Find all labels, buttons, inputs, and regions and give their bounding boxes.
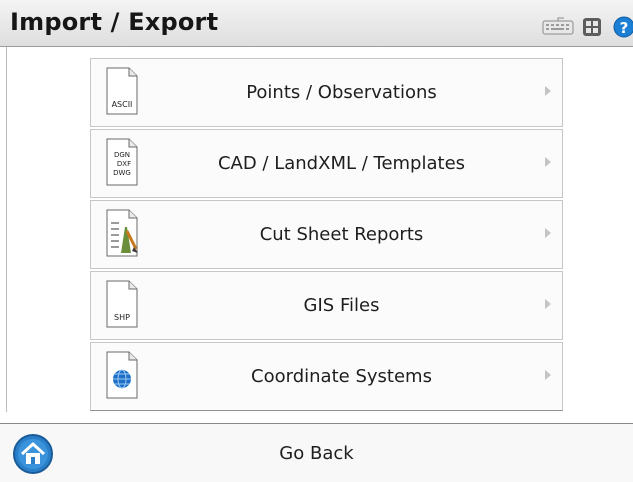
svg-text:DGN: DGN — [114, 151, 130, 159]
applications-icon[interactable] — [582, 17, 602, 37]
menu-item-label: GIS Files — [303, 295, 380, 316]
menu-item-points-observations[interactable]: ASCII Points / Observations — [90, 58, 563, 127]
go-back-button[interactable]: Go Back — [0, 424, 633, 482]
menu-item-label: CAD / LandXML / Templates — [217, 153, 466, 174]
title-bar: Import / Export ? — [0, 0, 633, 47]
chevron-right-icon — [545, 157, 551, 167]
menu-item-coordinate-systems[interactable]: Coordinate Systems — [90, 342, 563, 411]
menu-item-gis-files[interactable]: SHP GIS Files — [90, 271, 563, 340]
report-file-icon — [106, 209, 138, 257]
left-divider — [6, 47, 7, 412]
globe-file-icon — [106, 351, 138, 399]
chevron-right-icon — [545, 299, 551, 309]
chevron-right-icon — [545, 370, 551, 380]
ascii-file-icon: ASCII — [106, 67, 138, 115]
menu-item-label: Cut Sheet Reports — [259, 224, 424, 245]
svg-text:SHP: SHP — [114, 313, 130, 322]
chevron-right-icon — [545, 228, 551, 238]
cad-file-icon: DGN DXF DWG — [106, 138, 138, 186]
menu-item-label: Points / Observations — [246, 82, 437, 103]
chevron-right-icon — [545, 86, 551, 96]
menu-item-label: Coordinate Systems — [251, 366, 432, 387]
menu-item-cad-landxml-templates[interactable]: DGN DXF DWG CAD / LandXML / Templates — [90, 129, 563, 198]
svg-text:ASCII: ASCII — [112, 100, 133, 109]
menu-item-cut-sheet-reports[interactable]: Cut Sheet Reports — [90, 200, 563, 269]
help-icon[interactable]: ? — [612, 16, 633, 38]
svg-text:DXF: DXF — [117, 160, 131, 168]
keyboard-icon[interactable] — [542, 17, 574, 35]
bottom-bar: Go Back — [0, 423, 633, 482]
page-title: Import / Export — [10, 8, 219, 36]
shp-file-icon: SHP — [106, 280, 138, 328]
svg-text:?: ? — [620, 19, 629, 37]
svg-text:DWG: DWG — [113, 169, 131, 177]
menu-list: ASCII Points / Observations DGN DXF DWG … — [90, 58, 563, 413]
home-icon[interactable] — [12, 433, 54, 475]
